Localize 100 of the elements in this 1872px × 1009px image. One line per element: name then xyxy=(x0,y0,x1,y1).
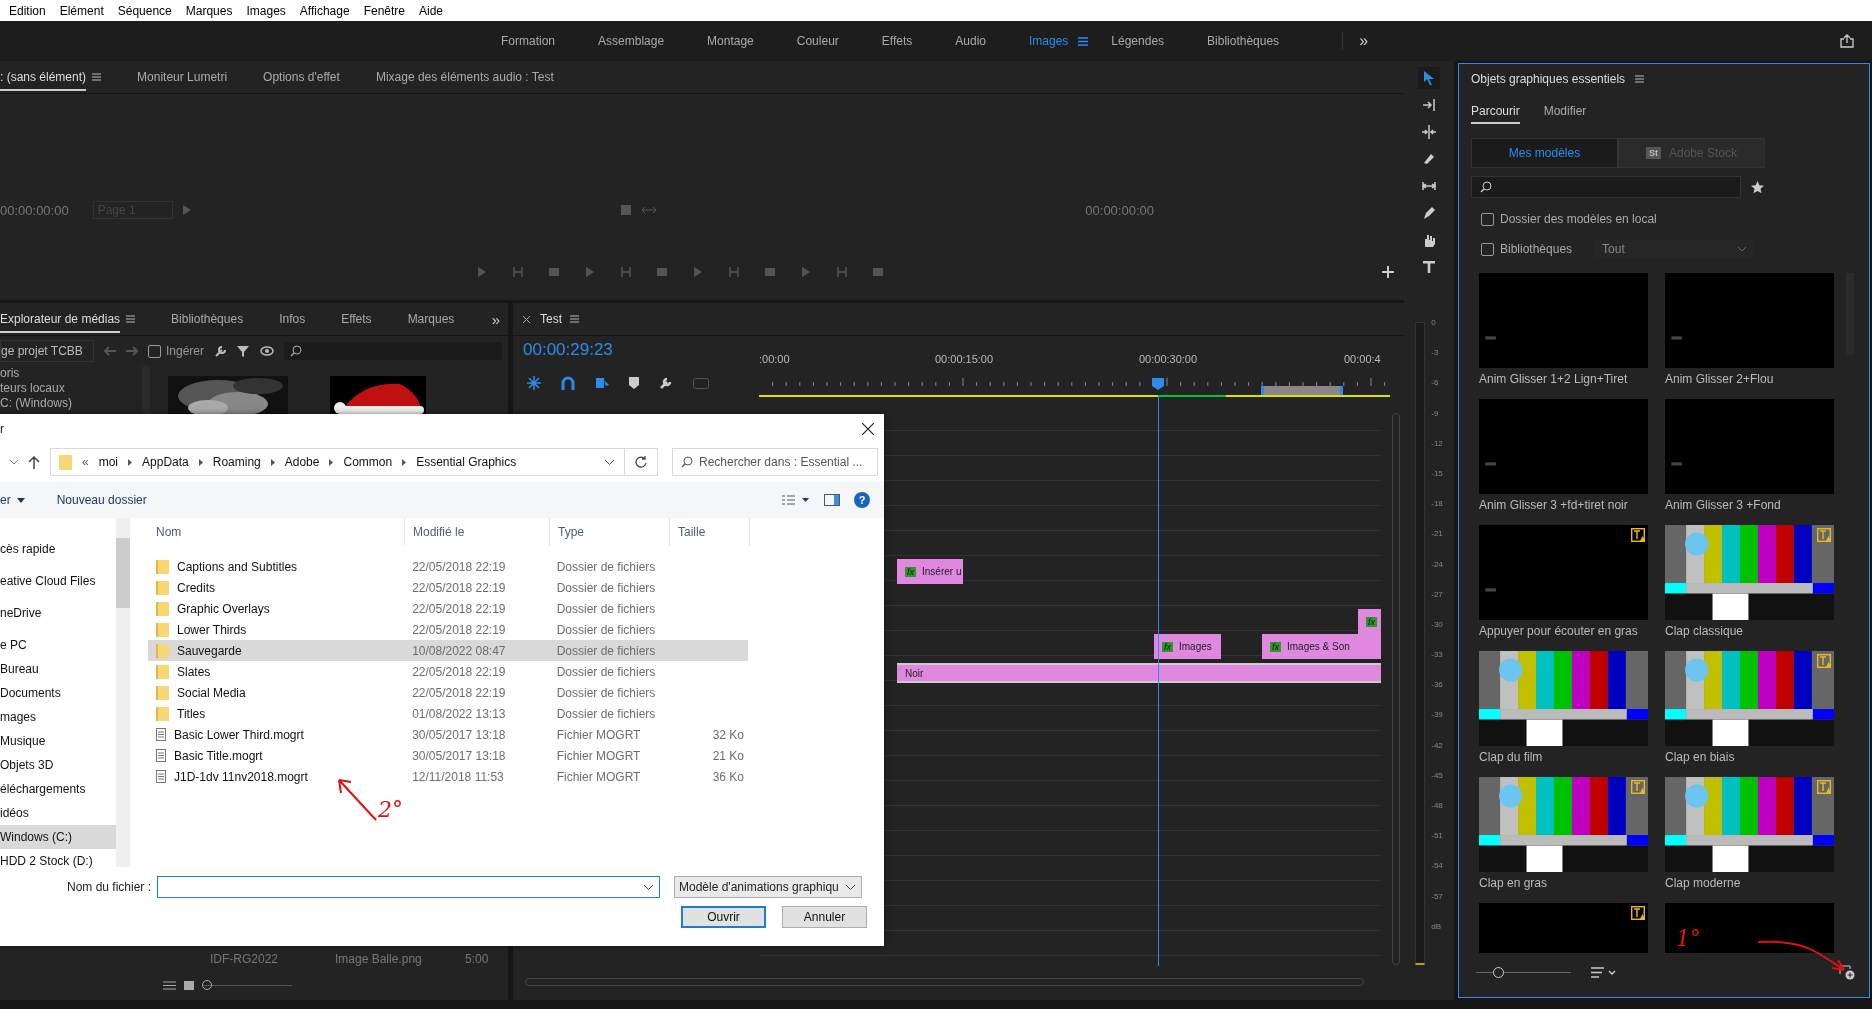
checkbox[interactable] xyxy=(1481,242,1494,256)
column-header[interactable]: Type xyxy=(550,518,670,546)
menu-icon[interactable] xyxy=(126,315,136,323)
timeline-clip[interactable]: fx Images & Son xyxy=(1262,634,1381,659)
panel-tab[interactable]: Infos xyxy=(279,305,306,333)
panel-tab[interactable]: Modifier xyxy=(1543,98,1587,124)
tree-item[interactable]: teurs locaux xyxy=(0,381,142,395)
panel-tab[interactable]: Effets xyxy=(341,305,372,333)
workspace-tab[interactable]: Formation xyxy=(501,34,556,48)
icon-view-icon[interactable] xyxy=(184,980,194,990)
timecode[interactable]: 00:00:29:23 xyxy=(523,340,759,360)
share-icon[interactable] xyxy=(1840,34,1854,48)
wrench-icon[interactable] xyxy=(659,376,673,390)
menu-item[interactable]: Aide xyxy=(419,3,444,18)
workspace-tab[interactable]: Montage xyxy=(707,34,754,48)
sequence-tab[interactable]: Test xyxy=(540,305,562,333)
file-row[interactable]: Captions and Subtitles 22/05/2018 22:19 Dossier de fichiers xyxy=(148,556,748,577)
timeline-clip[interactable]: Noir xyxy=(897,663,1381,683)
nav-item[interactable]: cès rapide xyxy=(0,537,116,561)
chevron-down-icon[interactable] xyxy=(10,459,18,465)
new-folder-button[interactable]: Nouveau dossier xyxy=(56,493,147,507)
timeline-clip[interactable]: fx Insérer u xyxy=(897,559,963,584)
search-field[interactable] xyxy=(1471,176,1741,198)
nav-item[interactable]: HDD 2 Stock (D:) xyxy=(0,849,116,873)
workspace-tab[interactable]: Bibliothèques xyxy=(1207,34,1280,48)
panel-tab[interactable]: Bibliothèques xyxy=(171,305,244,333)
panel-tab[interactable]: Marques xyxy=(407,305,455,333)
overflow-button[interactable]: » xyxy=(1342,32,1369,50)
tree-item[interactable]: oris xyxy=(0,366,142,380)
nav-item[interactable]: mages xyxy=(0,705,116,729)
checkbox[interactable] xyxy=(1481,212,1494,226)
breadcrumb[interactable]: Essential Graphics xyxy=(416,455,517,469)
panel-tab[interactable]: Moniteur Lumetri xyxy=(137,63,228,91)
view-options-icon[interactable] xyxy=(782,494,810,506)
address-bar[interactable]: « moi AppData Roaming Adobe Common Essential Graphics xyxy=(50,448,658,476)
scrollbar[interactable] xyxy=(116,518,130,867)
column-header[interactable]: Nom xyxy=(148,518,405,546)
close-icon[interactable] xyxy=(862,423,874,435)
workspace-tab[interactable]: Couleur xyxy=(796,34,839,48)
nav-item[interactable]: Musique xyxy=(0,729,116,753)
wrench-icon[interactable] xyxy=(214,344,228,358)
file-row[interactable]: Basic Lower Third.mogrt 30/05/2017 13:18 Fichier MOGRT 32 Ko xyxy=(148,724,748,745)
file-row[interactable]: Sauvegarde 10/08/2022 08:47 Dossier de fichiers xyxy=(148,640,748,661)
menu-icon[interactable] xyxy=(1635,75,1645,83)
up-arrow-icon[interactable] xyxy=(28,455,40,469)
nav-item[interactable]: Documents xyxy=(0,681,116,705)
location-dropdown[interactable]: ge projet TCBB xyxy=(0,340,94,362)
file-row[interactable]: Slates 22/05/2018 22:19 Dossier de fichiers xyxy=(148,661,748,682)
file-row[interactable]: J1D-1dv 11nv2018.mogrt 12/11/2018 11:53 Fichier MOGRT 36 Ko xyxy=(148,766,748,787)
nav-item[interactable]: eative Cloud Files xyxy=(0,569,116,593)
file-row[interactable]: Basic Title.mogrt 30/05/2017 13:18 Fichier MOGRT 21 Ko xyxy=(148,745,748,766)
nav-item[interactable]: Objets 3D xyxy=(0,753,116,777)
panel-tab[interactable]: : (sans élément) xyxy=(0,63,87,91)
slider-thumb[interactable] xyxy=(1493,966,1504,978)
tool-button[interactable] xyxy=(1418,67,1440,89)
breadcrumb[interactable]: Common xyxy=(343,455,393,469)
ingest-checkbox[interactable] xyxy=(148,344,161,358)
tree-item[interactable]: C: (Windows) xyxy=(0,396,142,410)
overflow-button[interactable]: » xyxy=(491,310,500,328)
dialog-button[interactable]: Ouvrir xyxy=(681,906,766,928)
panel-tab[interactable]: Explorateur de médias xyxy=(0,305,121,333)
breadcrumb[interactable]: Adobe xyxy=(284,455,320,469)
file-row[interactable]: Titles 01/08/2022 13:13 Dossier de fichiers xyxy=(148,703,748,724)
playhead-handle[interactable] xyxy=(1152,378,1164,390)
linked-selection-icon[interactable] xyxy=(595,376,609,390)
chevron-down-icon[interactable] xyxy=(605,459,614,465)
snap-icon[interactable] xyxy=(527,376,541,390)
file-row[interactable]: Credits 22/05/2018 22:19 Dossier de fichiers xyxy=(148,577,748,598)
source-toggle[interactable]: Mes modèles xyxy=(1471,138,1618,168)
nav-item[interactable]: éléchargements xyxy=(0,777,116,801)
list-view-icon[interactable] xyxy=(163,980,176,990)
add-template-icon[interactable] xyxy=(1839,965,1855,980)
file-row[interactable]: Graphic Overlays 22/05/2018 22:19 Dossier de fichiers xyxy=(148,598,748,619)
close-icon[interactable] xyxy=(523,315,530,323)
menu-item[interactable]: Marques xyxy=(185,3,233,18)
nav-item[interactable]: neDrive xyxy=(0,601,116,625)
menu-icon[interactable] xyxy=(570,315,579,323)
workspace-tab[interactable]: Assemblage xyxy=(598,34,665,48)
workspace-tab[interactable]: Effets xyxy=(881,34,913,48)
filter-icon[interactable] xyxy=(237,344,251,358)
panel-tab[interactable]: Parcourir xyxy=(1471,98,1520,124)
panel-tab[interactable]: Options d'effet xyxy=(263,63,340,91)
workspace-tab[interactable]: Audio xyxy=(955,34,986,48)
star-icon[interactable] xyxy=(1751,180,1764,194)
workspace-tab[interactable]: Légendes xyxy=(1111,34,1165,48)
menu-item[interactable]: Affichage xyxy=(299,3,350,18)
nav-item[interactable]: e PC xyxy=(0,633,116,657)
timeline-clip[interactable]: fx xyxy=(1358,609,1381,634)
menu-item[interactable]: Séquence xyxy=(117,3,172,18)
menu-item[interactable]: Fenêtre xyxy=(363,3,405,18)
workspace-tab[interactable]: Images xyxy=(1029,34,1069,48)
nav-item[interactable]: Bureau xyxy=(0,657,116,681)
file-row[interactable]: Social Media 22/05/2018 22:19 Dossier de fichiers xyxy=(148,682,748,703)
column-header[interactable]: Taille xyxy=(670,518,750,546)
nav-item[interactable]: idéos xyxy=(0,801,116,825)
marker-icon[interactable] xyxy=(629,377,639,389)
menu-icon[interactable] xyxy=(92,73,102,81)
eye-icon[interactable] xyxy=(260,346,275,356)
panel-tab[interactable]: Mixage des éléments audio : Test xyxy=(375,63,554,91)
preview-pane-icon[interactable] xyxy=(824,494,840,506)
